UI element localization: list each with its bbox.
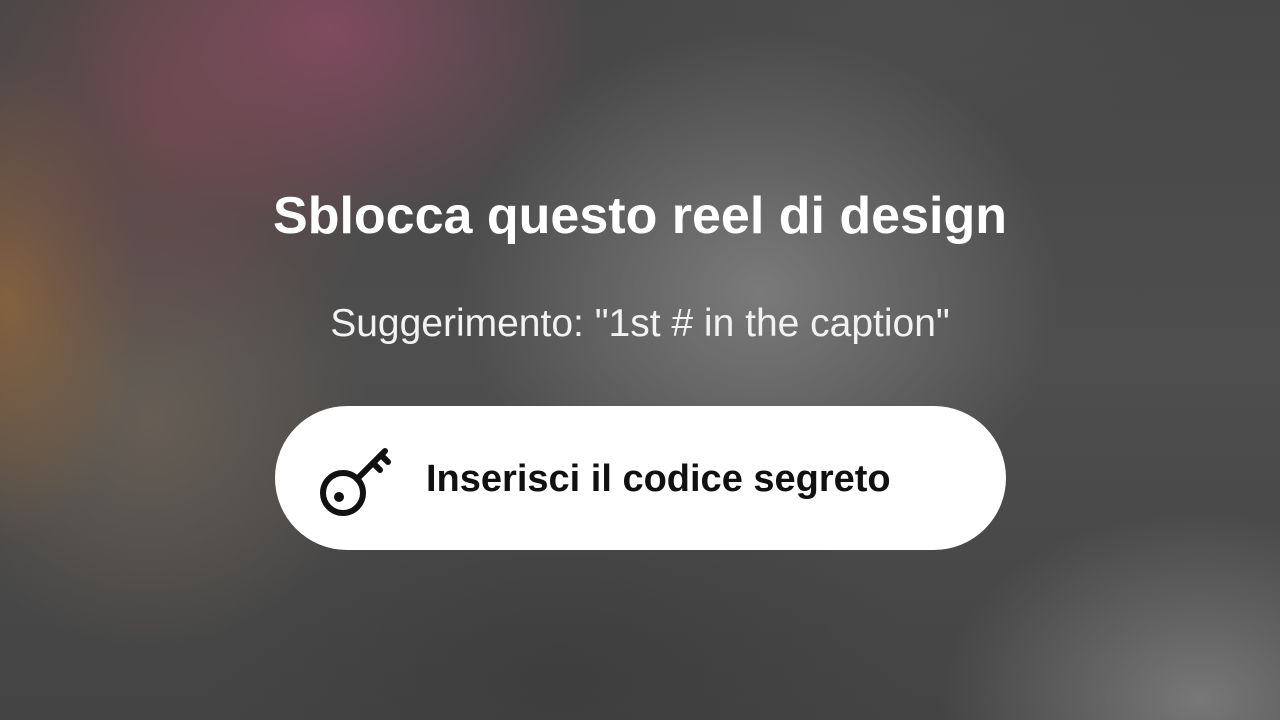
lock-title: Sblocca questo reel di design <box>273 187 1007 245</box>
hint-text: Suggerimento: "1st # in the caption" <box>330 302 950 345</box>
locked-reel-overlay: Sblocca questo reel di design Suggerimen… <box>0 0 1280 720</box>
enter-secret-code-label: Inserisci il codice segreto <box>426 458 891 500</box>
key-icon <box>320 448 391 516</box>
